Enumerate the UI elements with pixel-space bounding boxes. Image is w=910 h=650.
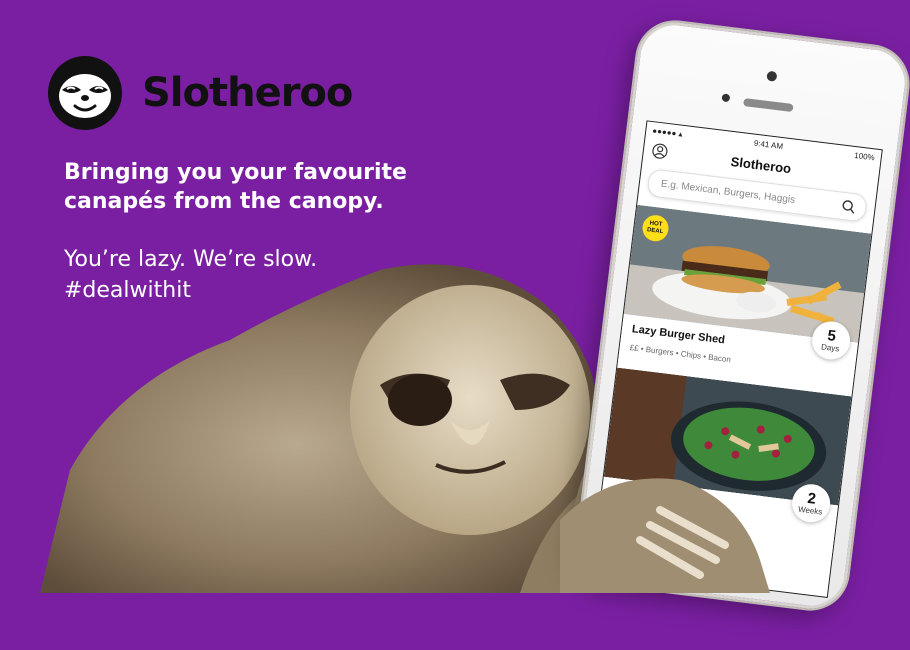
hero-subtext: You’re lazy. We’re slow. #dealwithit — [64, 244, 317, 306]
delivery-time-value: 5 — [826, 327, 837, 345]
hero-sub-line-1: You’re lazy. We’re slow. — [64, 247, 318, 272]
signal-icon: ●●●●● ▴ — [651, 125, 684, 139]
speaker-grille — [743, 98, 794, 113]
phone-body: ●●●●● ▴ 9:41 AM 100% Slotheroo E.g. Mexi… — [573, 18, 910, 613]
hero-sub-line-2: #dealwithit — [64, 278, 191, 303]
delivery-time-value: 2 — [806, 489, 817, 508]
app-title: Slotheroo — [729, 153, 793, 176]
brand-header: Slotheroo — [48, 56, 353, 130]
phone-screen: ●●●●● ▴ 9:41 AM 100% Slotheroo E.g. Mexi… — [591, 120, 883, 598]
brand-name: Slotheroo — [142, 70, 353, 116]
sensor-dot — [721, 93, 731, 103]
phone-mockup: ●●●●● ▴ 9:41 AM 100% Slotheroo E.g. Mexi… — [569, 18, 910, 650]
search-icon[interactable] — [841, 199, 857, 215]
restaurant-card[interactable]: HOT DEAL Lazy Burger Shed ££ • Burgers •… — [617, 204, 872, 397]
profile-icon[interactable] — [651, 142, 669, 160]
delivery-time-unit: Days — [820, 342, 840, 354]
battery-label: 100% — [853, 150, 876, 162]
restaurant-card[interactable]: Expen…Salad Pla… 2 Weeks — [597, 367, 852, 560]
sloth-face-icon — [48, 56, 122, 130]
delivery-time-unit: Weeks — [797, 504, 823, 517]
hero-tagline: Bringing you your favourite canapés from… — [64, 160, 407, 214]
camera-icon — [766, 70, 778, 82]
status-time: 9:41 AM — [753, 138, 784, 151]
